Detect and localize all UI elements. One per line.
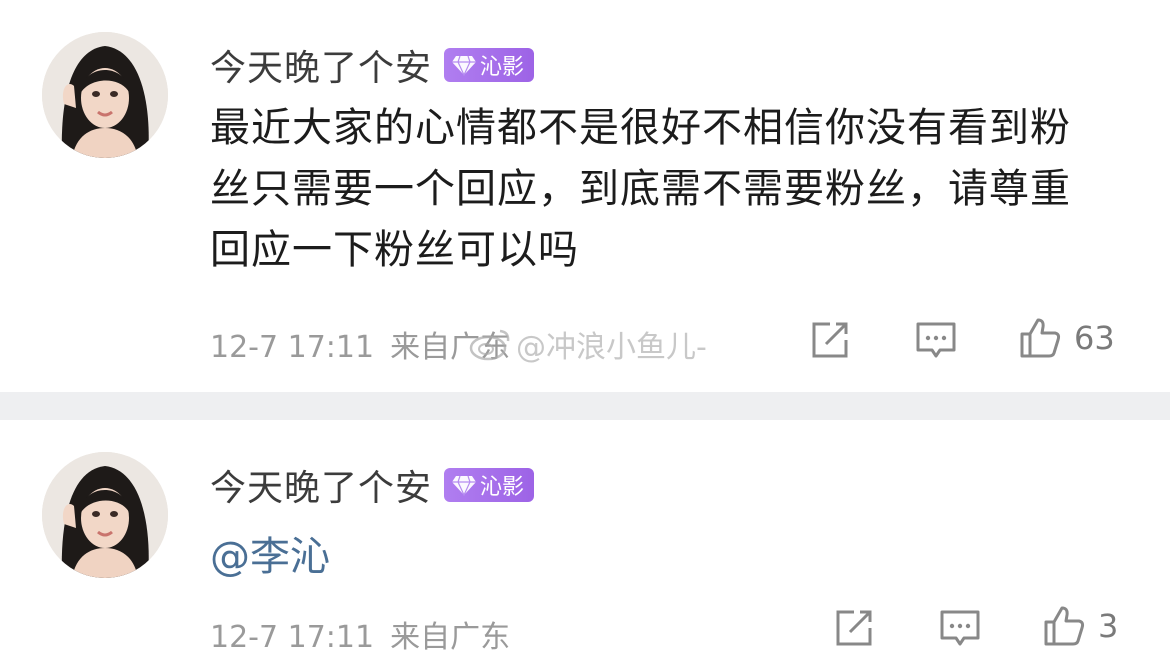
name-row: 今天晚了个安 沁影 xyxy=(210,459,535,511)
comment-meta: 12-7 17:11 来自广东 xyxy=(210,322,510,366)
watermark-text: @冲浪小鱼儿- xyxy=(516,330,707,365)
comment-button[interactable] xyxy=(938,606,982,650)
like-button[interactable]: 63 xyxy=(1018,316,1115,360)
badge-label: 沁影 xyxy=(480,475,525,500)
badge-label: 沁影 xyxy=(480,55,525,80)
username[interactable]: 今天晚了个安 xyxy=(210,39,432,91)
comment-card: 今天晚了个安 沁影 最近大家的心情都不是很好不相信你没有看到粉丝只需要一个回应，… xyxy=(0,0,1170,392)
comment-button[interactable] xyxy=(914,318,958,362)
username[interactable]: 今天晚了个安 xyxy=(210,459,432,511)
share-icon xyxy=(812,322,848,358)
comment-card: 今天晚了个安 沁影 @李沁 12-7 17:11 来自广东 3 xyxy=(0,420,1170,670)
avatar[interactable] xyxy=(42,32,168,158)
member-badge[interactable]: 沁影 xyxy=(444,48,535,82)
member-badge[interactable]: 沁影 xyxy=(444,468,535,502)
divider xyxy=(0,392,1170,420)
comment-icon xyxy=(916,322,956,358)
thumbs-up-icon xyxy=(1020,318,1061,358)
share-icon xyxy=(836,610,872,646)
like-button[interactable]: 3 xyxy=(1042,604,1118,648)
name-row: 今天晚了个安 沁影 xyxy=(210,39,535,91)
comment-icon xyxy=(940,610,980,646)
share-button[interactable] xyxy=(808,318,852,362)
comment-time: 12-7 17:11 xyxy=(210,330,375,365)
mention-link[interactable]: @李沁 xyxy=(210,524,330,582)
comment-meta: 12-7 17:11 来自广东 xyxy=(210,612,510,656)
weibo-logo-icon xyxy=(469,329,510,361)
comment-text: 最近大家的心情都不是很好不相信你没有看到粉丝只需要一个回应，到底需不需要粉丝，请… xyxy=(210,105,1071,273)
share-button[interactable] xyxy=(832,606,876,650)
diamond-icon xyxy=(452,55,477,76)
diamond-icon xyxy=(452,475,477,496)
comment-location: 来自广东 xyxy=(390,620,511,655)
comment-time: 12-7 17:11 xyxy=(210,620,375,655)
avatar[interactable] xyxy=(42,452,168,578)
like-count: 63 xyxy=(1074,319,1115,357)
watermark: @冲浪小鱼儿- xyxy=(468,322,707,366)
like-count: 3 xyxy=(1098,607,1119,645)
thumbs-up-icon xyxy=(1044,606,1085,646)
